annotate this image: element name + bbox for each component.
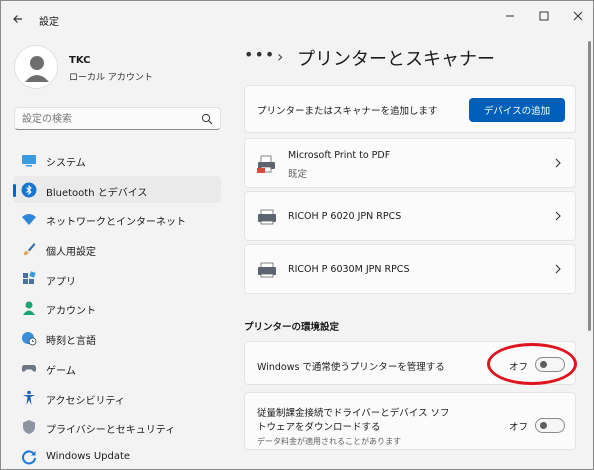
bluetooth-icon bbox=[21, 182, 37, 198]
title-bar: 設定 bbox=[1, 1, 593, 35]
sidebar-item-accessibility[interactable]: アクセシビリティ bbox=[13, 384, 221, 411]
gamepad-icon bbox=[21, 364, 37, 372]
sidebar-item-label: 時刻と言語 bbox=[46, 336, 96, 348]
sidebar-item-privacy[interactable]: プライバシーとセキュリティ bbox=[13, 413, 221, 440]
search-input[interactable] bbox=[22, 112, 192, 126]
toggle-knob bbox=[540, 422, 547, 429]
sidebar-item-system[interactable]: システム bbox=[13, 146, 221, 173]
add-device-card: プリンターまたはスキャナーを追加します デバイスの追加 bbox=[244, 85, 576, 133]
scrollbar[interactable] bbox=[588, 41, 591, 331]
search-box[interactable] bbox=[14, 107, 221, 130]
system-icon bbox=[22, 155, 36, 167]
page-title: プリンターとスキャナー bbox=[297, 49, 495, 70]
brush-icon bbox=[24, 243, 36, 256]
chevron-right-icon bbox=[555, 158, 561, 168]
highlight-ellipse bbox=[487, 343, 577, 385]
printer-name: RICOH P 6030M JPN RPCS bbox=[288, 264, 410, 275]
account-type: ローカル アカウント bbox=[69, 73, 153, 83]
back-button[interactable] bbox=[9, 10, 27, 28]
avatar bbox=[14, 45, 58, 89]
sidebar-item-apps[interactable]: アプリ bbox=[13, 265, 221, 292]
active-indicator bbox=[13, 183, 16, 197]
sidebar-item-windows-update[interactable]: Windows Update bbox=[13, 443, 221, 469]
window-title: 設定 bbox=[39, 17, 59, 28]
user-avatar-icon bbox=[16, 47, 57, 88]
toggle-state-text: オフ bbox=[509, 422, 529, 433]
sidebar-item-label: Bluetooth とデバイス bbox=[46, 187, 148, 199]
printer-icon bbox=[258, 209, 276, 225]
printer-default-label: 既定 bbox=[288, 169, 308, 180]
breadcrumb-separator: › bbox=[277, 47, 284, 66]
sidebar-item-label: ネットワークとインターネット bbox=[46, 217, 186, 229]
sidebar-nav: システム Bluetooth とデバイス ネットワークとインターネット 個人用設… bbox=[13, 146, 221, 469]
maximize-button[interactable] bbox=[531, 6, 557, 26]
search-icon bbox=[201, 113, 213, 125]
shield-icon bbox=[23, 420, 35, 435]
user-profile[interactable]: TKC ローカル アカウント bbox=[14, 45, 224, 91]
wifi-icon bbox=[22, 214, 36, 226]
printer-item[interactable]: RICOH P 6030M JPN RPCS bbox=[244, 244, 576, 294]
sidebar-item-personalization[interactable]: 個人用設定 bbox=[13, 235, 221, 262]
sidebar-item-label: 個人用設定 bbox=[46, 247, 96, 259]
printer-item[interactable]: Microsoft Print to PDF 既定 bbox=[244, 138, 576, 188]
apps-icon bbox=[23, 271, 36, 284]
close-icon bbox=[573, 11, 583, 21]
update-icon bbox=[22, 450, 36, 465]
setting-label: Windows で通常使うプリンターを管理する bbox=[257, 362, 445, 373]
sidebar-item-label: プライバシーとセキュリティ bbox=[46, 425, 176, 437]
breadcrumb-more-button[interactable]: ••• bbox=[244, 45, 275, 64]
sidebar-item-gaming[interactable]: ゲーム bbox=[13, 354, 221, 381]
close-button[interactable] bbox=[565, 6, 591, 26]
sidebar-item-label: アプリ bbox=[46, 276, 76, 288]
printer-pdf-icon bbox=[257, 155, 275, 173]
sidebar-item-label: アクセシビリティ bbox=[46, 395, 125, 407]
accessibility-icon bbox=[23, 390, 35, 405]
sidebar-item-label: システム bbox=[46, 158, 86, 169]
printer-item[interactable]: RICOH P 6020 JPN RPCS bbox=[244, 191, 576, 241]
printer-name: RICOH P 6020 JPN RPCS bbox=[288, 211, 402, 222]
back-arrow-icon bbox=[13, 15, 22, 23]
printer-icon bbox=[258, 262, 276, 278]
globe-clock-icon bbox=[22, 332, 37, 346]
setting-label-line1: 従量制課金接続でドライバーとデバイス ソフ bbox=[257, 408, 450, 419]
settings-window: 設定 TKC ローカル アカウント 設定の検索 システム Bluetooth と… bbox=[0, 0, 594, 470]
sidebar-item-network[interactable]: ネットワークとインターネット bbox=[13, 205, 221, 232]
user-name: TKC bbox=[69, 55, 91, 66]
account-icon bbox=[23, 301, 35, 316]
printer-name: Microsoft Print to PDF bbox=[288, 150, 391, 161]
sidebar-item-label: ゲーム bbox=[46, 365, 76, 377]
metered-download-toggle[interactable] bbox=[535, 418, 565, 433]
add-device-text: プリンターまたはスキャナーを追加します bbox=[257, 106, 438, 117]
chevron-right-icon bbox=[555, 211, 561, 221]
sidebar-item-label: Windows Update bbox=[46, 450, 131, 462]
minimize-button[interactable] bbox=[497, 6, 523, 26]
sidebar-item-label: アカウント bbox=[46, 306, 96, 318]
minimize-icon bbox=[506, 15, 514, 17]
chevron-right-icon bbox=[555, 264, 561, 274]
add-device-button[interactable]: デバイスの追加 bbox=[469, 98, 565, 122]
sidebar-item-accounts[interactable]: アカウント bbox=[13, 294, 221, 321]
setting-label-line2: トウェアをダウンロードする bbox=[257, 422, 381, 433]
section-title: プリンターの環境設定 bbox=[244, 322, 340, 333]
sidebar-item-bluetooth[interactable]: Bluetooth とデバイス bbox=[13, 175, 221, 203]
setting-note: データ料金が適用されることがあります bbox=[257, 437, 401, 446]
sidebar-item-time-language[interactable]: 時刻と言語 bbox=[13, 324, 221, 351]
maximize-icon bbox=[539, 11, 549, 21]
metered-download-setting: 従量制課金接続でドライバーとデバイス ソフ トウェアをダウンロードする データ料… bbox=[244, 392, 576, 450]
